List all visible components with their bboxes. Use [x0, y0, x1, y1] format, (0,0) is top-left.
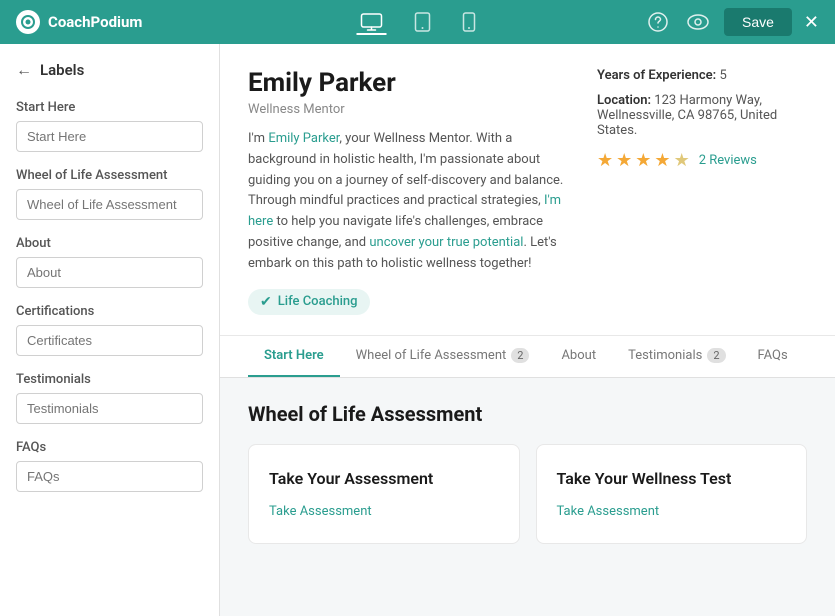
tag-label: Life Coaching: [278, 294, 358, 309]
sidebar-section-testimonials: Testimonials: [16, 372, 203, 424]
preview-icon[interactable]: [684, 8, 712, 36]
logo: CoachPodium: [16, 10, 142, 34]
assessment-card-2: Take Your Wellness Test Take Assessment: [536, 444, 808, 544]
sidebar-input-wheel[interactable]: [16, 189, 203, 220]
header: CoachPodium: [0, 0, 835, 44]
profile-left: Emily Parker Wellness Mentor I'm Emily P…: [248, 68, 565, 315]
sidebar-label-start-here: Start Here: [16, 100, 203, 115]
assessment-card-2-link[interactable]: Take Assessment: [557, 504, 660, 519]
close-button[interactable]: ✕: [804, 12, 819, 33]
tag-check-icon: ✔: [260, 294, 272, 310]
assessment-card-1: Take Your Assessment Take Assessment: [248, 444, 520, 544]
years-of-experience: Years of Experience: 5: [597, 68, 807, 83]
profile-right: Years of Experience: 5 Location: 123 Har…: [597, 68, 807, 315]
years-label: Years of Experience:: [597, 68, 716, 83]
sidebar-input-certifications[interactable]: [16, 325, 203, 356]
sidebar-section-wheel: Wheel of Life Assessment: [16, 168, 203, 220]
header-nav: [356, 8, 479, 36]
years-value: 5: [719, 68, 726, 83]
nav-mobile[interactable]: [458, 8, 479, 36]
location-label: Location:: [597, 93, 651, 108]
profile-role: Wellness Mentor: [248, 102, 565, 117]
profile-section: Emily Parker Wellness Mentor I'm Emily P…: [220, 44, 835, 336]
tab-testimonials[interactable]: Testimonials 2: [612, 336, 741, 377]
star-4: ★: [654, 150, 670, 171]
star-1: ★: [597, 150, 613, 171]
tab-about[interactable]: About: [545, 336, 612, 377]
nav-desktop[interactable]: [356, 9, 386, 35]
sidebar-input-testimonials[interactable]: [16, 393, 203, 424]
content-area: Emily Parker Wellness Mentor I'm Emily P…: [220, 44, 835, 616]
save-button[interactable]: Save: [724, 8, 792, 36]
tab-faqs[interactable]: FAQs: [742, 336, 804, 377]
reviews-link[interactable]: 2 Reviews: [699, 153, 757, 168]
main-layout: ← Labels Start Here Wheel of Life Assess…: [0, 44, 835, 616]
location-row: Location: 123 Harmony Way, Wellnessville…: [597, 93, 807, 138]
assessment-card-2-title: Take Your Wellness Test: [557, 469, 787, 488]
rating-stars: ★ ★ ★ ★ ★ 2 Reviews: [597, 150, 807, 171]
logo-text: CoachPodium: [48, 13, 142, 31]
section-heading: Wheel of Life Assessment: [248, 402, 807, 426]
profile-bio: I'm Emily Parker, your Wellness Mentor. …: [248, 129, 565, 275]
assessment-card-1-title: Take Your Assessment: [269, 469, 499, 488]
sidebar: ← Labels Start Here Wheel of Life Assess…: [0, 44, 220, 616]
sidebar-header: ← Labels: [16, 60, 203, 80]
star-5: ★: [674, 150, 690, 171]
sidebar-back-button[interactable]: ←: [16, 60, 32, 80]
sidebar-section-start-here: Start Here: [16, 100, 203, 152]
life-coaching-tag: ✔ Life Coaching: [248, 289, 370, 315]
sidebar-label-testimonials: Testimonials: [16, 372, 203, 387]
assessment-cards: Take Your Assessment Take Assessment Tak…: [248, 444, 807, 544]
sidebar-title: Labels: [40, 61, 84, 79]
star-2: ★: [616, 150, 632, 171]
tab-wheel[interactable]: Wheel of Life Assessment 2: [340, 336, 546, 377]
sidebar-label-faqs: FAQs: [16, 440, 203, 455]
tab-wheel-badge: 2: [511, 348, 529, 363]
tab-start-here[interactable]: Start Here: [248, 336, 340, 377]
sidebar-label-about: About: [16, 236, 203, 251]
sidebar-section-about: About: [16, 236, 203, 288]
sidebar-input-about[interactable]: [16, 257, 203, 288]
help-icon[interactable]: [644, 8, 672, 36]
sidebar-label-wheel: Wheel of Life Assessment: [16, 168, 203, 183]
logo-icon: [16, 10, 40, 34]
assessment-card-1-link[interactable]: Take Assessment: [269, 504, 372, 519]
sidebar-section-faqs: FAQs: [16, 440, 203, 492]
tabs-bar: Start Here Wheel of Life Assessment 2 Ab…: [220, 336, 835, 378]
sidebar-input-faqs[interactable]: [16, 461, 203, 492]
sidebar-section-certifications: Certifications: [16, 304, 203, 356]
nav-tablet[interactable]: [410, 8, 434, 36]
tab-testimonials-badge: 2: [707, 348, 725, 363]
star-3: ★: [635, 150, 651, 171]
tab-content: Wheel of Life Assessment Take Your Asses…: [220, 378, 835, 568]
header-right: Save ✕: [644, 8, 819, 36]
sidebar-label-certifications: Certifications: [16, 304, 203, 319]
profile-name: Emily Parker: [248, 68, 565, 98]
sidebar-input-start-here[interactable]: [16, 121, 203, 152]
